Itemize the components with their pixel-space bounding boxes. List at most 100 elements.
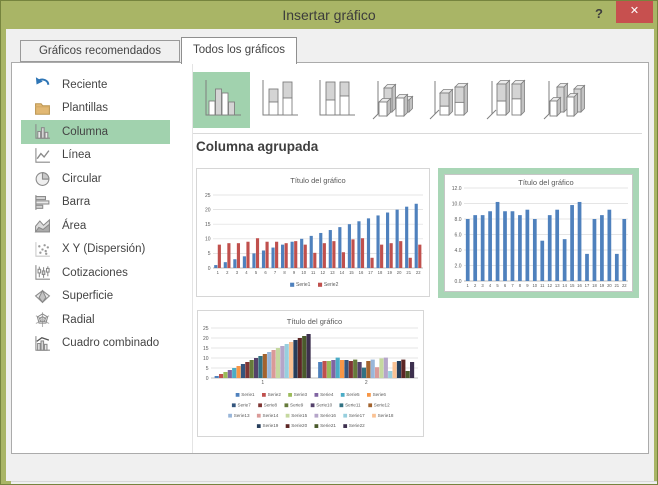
subtype-columna-apilada[interactable] (250, 72, 307, 128)
sidebar-item-plantillas[interactable]: Plantillas (21, 97, 170, 121)
sidebar-item-label: Superficie (62, 290, 114, 303)
titlebar[interactable]: Insertar gráfico ? ✕ (1, 1, 657, 29)
svg-text:Serie5: Serie5 (346, 392, 360, 397)
subtype-columna-3d-agrupada[interactable] (364, 72, 421, 128)
subtype-columna-100-apilada[interactable] (307, 72, 364, 128)
subtype-divider (193, 133, 642, 134)
svg-text:4: 4 (245, 270, 248, 275)
svg-text:18: 18 (592, 283, 597, 288)
sidebar-item-barra[interactable]: Barra (21, 191, 170, 215)
svg-text:6.0: 6.0 (455, 232, 462, 238)
svg-text:10: 10 (205, 237, 211, 243)
svg-text:21: 21 (406, 270, 411, 275)
svg-text:6: 6 (504, 283, 507, 288)
chart-preview-clustered-3[interactable]: 0 5 10 15 20 25 1 2 Título del gráfico Serie1 Seri… (197, 310, 424, 437)
svg-text:Serie8: Serie8 (264, 402, 278, 407)
scatter-chart-icon (33, 240, 51, 258)
svg-text:Serie17: Serie17 (349, 413, 365, 418)
svg-text:Serie15: Serie15 (291, 413, 307, 418)
surface-chart-icon (33, 287, 51, 305)
svg-text:10: 10 (301, 270, 306, 275)
svg-text:6: 6 (264, 270, 267, 275)
sidebar-item-circular[interactable]: Circular (21, 167, 170, 191)
insert-chart-dialog: Insertar gráfico ? ✕ Gráficos recomendad… (0, 0, 658, 485)
svg-text:1: 1 (467, 283, 470, 288)
svg-text:11: 11 (311, 270, 316, 275)
svg-text:Serie13: Serie13 (234, 413, 250, 418)
svg-text:Serie10: Serie10 (316, 402, 332, 407)
svg-text:Título del gráfico: Título del gráfico (290, 176, 345, 185)
sidebar-item-area[interactable]: Área (21, 214, 170, 238)
subtype-columna-3d-100-apilada[interactable] (478, 72, 535, 128)
subtype-heading: Columna agrupada (196, 139, 319, 154)
sidebar-item-label: X Y (Dispersión) (62, 243, 146, 256)
svg-text:3: 3 (236, 270, 239, 275)
subtype-columna-3d[interactable] (535, 72, 592, 128)
pie-chart-icon (33, 170, 51, 188)
help-button[interactable]: ? (587, 1, 611, 29)
svg-text:2: 2 (365, 380, 368, 386)
sidebar-item-radial[interactable]: Radial (21, 308, 170, 332)
svg-text:25: 25 (203, 326, 209, 332)
sidebar-item-linea[interactable]: Línea (21, 144, 170, 168)
svg-text:18: 18 (378, 270, 383, 275)
svg-text:12: 12 (547, 283, 552, 288)
svg-text:25: 25 (205, 193, 211, 199)
svg-text:3: 3 (481, 283, 484, 288)
sidebar-item-superficie[interactable]: Superficie (21, 285, 170, 309)
svg-text:Título del gráfico: Título del gráfico (518, 178, 573, 187)
sidebar-item-label: Reciente (62, 78, 108, 91)
svg-text:19: 19 (387, 270, 392, 275)
sidebar-item-label: Línea (62, 149, 91, 162)
combo-chart-icon (33, 334, 51, 352)
sidebar-item-reciente[interactable]: Reciente (21, 73, 170, 97)
templates-folder-icon (33, 99, 51, 117)
chart-preview-clustered-1[interactable]: 0 5 10 15 20 25 1 2 3 4 5 6 7 8 9 10 11 12 13 14 15 16 17 18 19 2… (196, 168, 430, 297)
tab-todos-los-graficos[interactable]: Todos los gráficos (181, 37, 297, 64)
svg-text:1: 1 (217, 270, 220, 275)
bar-chart-icon (33, 193, 51, 211)
svg-text:2: 2 (474, 283, 477, 288)
svg-text:Serie1: Serie1 (241, 392, 255, 397)
svg-text:Serie3: Serie3 (294, 392, 308, 397)
sidebar-item-cuadro-combinado[interactable]: Cuadro combinado (21, 332, 170, 356)
svg-text:0: 0 (206, 376, 209, 382)
svg-text:0: 0 (208, 266, 211, 272)
svg-text:20: 20 (205, 207, 211, 213)
sidebar-item-label: Cuadro combinado (62, 337, 160, 350)
chart-type-sidebar: Reciente Plantillas Columna Línea Circular Ba… (12, 63, 193, 453)
area-chart-icon (33, 217, 51, 235)
subtype-columna-3d-apilada[interactable] (421, 72, 478, 128)
sidebar-item-cotizaciones[interactable]: Cotizaciones (21, 261, 170, 285)
svg-text:5: 5 (208, 251, 211, 257)
close-button[interactable]: ✕ (616, 1, 653, 23)
column-chart-icon (33, 123, 51, 141)
svg-text:16: 16 (577, 283, 582, 288)
svg-text:10: 10 (203, 356, 209, 362)
tab-graficos-recomendados[interactable]: Gráficos recomendados (20, 40, 180, 62)
svg-text:1: 1 (261, 380, 264, 386)
svg-text:21: 21 (614, 283, 619, 288)
svg-text:11: 11 (540, 283, 545, 288)
svg-text:Serie7: Serie7 (238, 402, 252, 407)
footer-bar: Aceptar Cancelar (11, 481, 657, 484)
sidebar-item-xy-dispersion[interactable]: X Y (Dispersión) (21, 238, 170, 262)
content-panel: Reciente Plantillas Columna Línea Circular Ba… (11, 62, 649, 454)
subtype-columna-agrupada[interactable] (193, 72, 250, 128)
sidebar-item-label: Cotizaciones (62, 266, 128, 279)
svg-text:Serie16: Serie16 (320, 413, 336, 418)
chart-preview-clustered-2[interactable]: 0.0 2.0 4.0 6.0 8.0 10.0 12.0 1 2 3 4 5 6 7 8 9 10 11 12 13… (444, 174, 633, 292)
svg-text:7: 7 (511, 283, 514, 288)
svg-text:Serie11: Serie11 (345, 402, 361, 407)
subtype-icon-row (193, 72, 592, 128)
sidebar-item-label: Área (62, 219, 87, 232)
sidebar-item-columna[interactable]: Columna (21, 120, 170, 144)
chart-preview-selected-frame[interactable]: 0.0 2.0 4.0 6.0 8.0 10.0 12.0 1 2 3 4 5 6 7 8 9 10 11 12 13… (438, 168, 639, 298)
svg-text:20: 20 (607, 283, 612, 288)
svg-text:17: 17 (368, 270, 373, 275)
svg-text:Serie12: Serie12 (374, 402, 390, 407)
svg-text:5: 5 (206, 366, 209, 372)
svg-text:9: 9 (526, 283, 529, 288)
svg-text:4: 4 (489, 283, 492, 288)
recent-icon (33, 76, 51, 94)
